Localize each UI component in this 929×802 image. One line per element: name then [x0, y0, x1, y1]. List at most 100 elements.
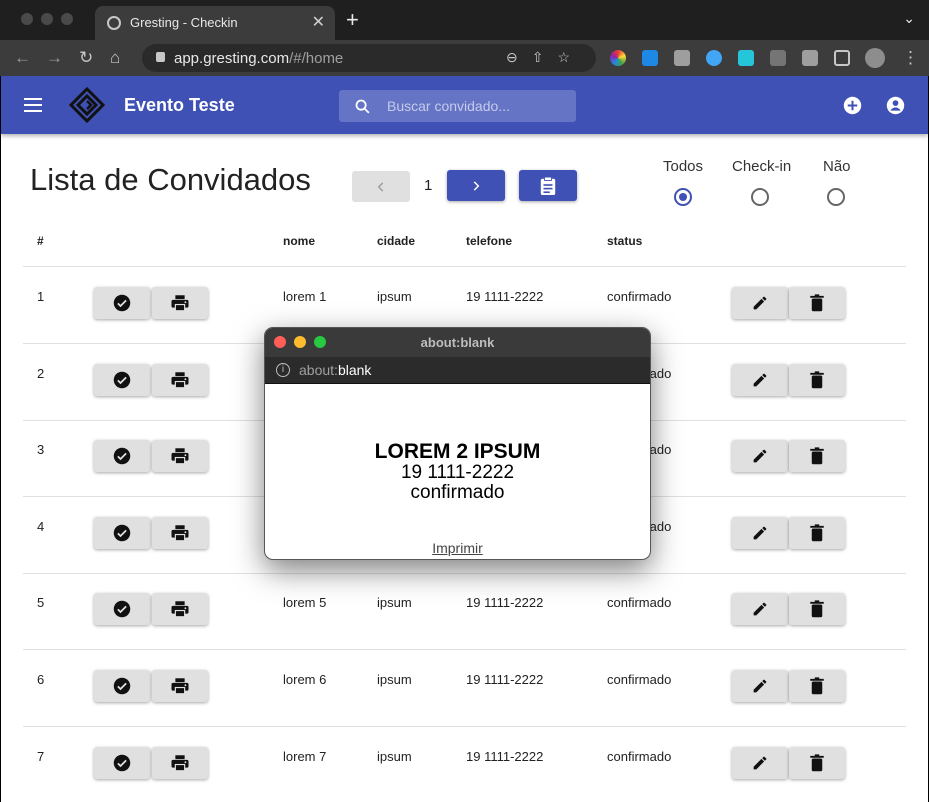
print-icon	[171, 295, 189, 312]
column-header-status[interactable]: status	[607, 234, 642, 248]
new-tab-icon[interactable]: +	[346, 7, 359, 33]
check-circle-icon	[113, 447, 131, 465]
add-circle-icon[interactable]	[843, 96, 862, 115]
profile-avatar[interactable]	[865, 48, 885, 68]
back-icon[interactable]: ←	[14, 48, 31, 68]
row-status: confirmado	[607, 672, 672, 687]
print-button[interactable]	[152, 670, 208, 702]
home-icon[interactable]: ⌂	[110, 48, 120, 68]
reload-icon[interactable]: ↻	[79, 48, 93, 68]
checkin-button[interactable]	[94, 593, 150, 626]
delete-button[interactable]	[789, 746, 845, 779]
edit-button[interactable]	[732, 363, 788, 396]
popup-address-bar: i about:blank	[265, 357, 650, 384]
filter-radio-checkin[interactable]	[751, 188, 769, 206]
delete-button[interactable]	[789, 593, 845, 626]
extension-icon[interactable]	[738, 50, 754, 66]
popup-titlebar: about:blank	[265, 328, 650, 357]
edit-icon	[753, 756, 767, 769]
menu-icon[interactable]	[24, 98, 42, 112]
window-zoom-dot[interactable]	[61, 13, 73, 25]
zoom-icon[interactable]: ⊖	[506, 49, 532, 65]
print-button[interactable]	[152, 363, 208, 396]
print-button[interactable]	[152, 746, 208, 779]
delete-button[interactable]	[789, 287, 845, 319]
column-header-telefone[interactable]: telefone	[466, 234, 512, 248]
chevron-down-icon[interactable]: ⌄	[903, 10, 915, 27]
delete-button[interactable]	[789, 440, 845, 473]
edit-button[interactable]	[732, 746, 788, 779]
star-icon[interactable]: ☆	[557, 49, 584, 65]
checkin-button[interactable]	[94, 287, 150, 319]
edit-button[interactable]	[732, 287, 788, 319]
globe-icon	[107, 16, 121, 30]
color-extension-icon[interactable]	[610, 50, 626, 66]
popup-content: LOREM 2 IPSUM 19 1111-2222 confirmado Im…	[265, 384, 650, 559]
check-circle-icon	[113, 601, 131, 618]
delete-icon	[810, 600, 824, 618]
row-index: 2	[37, 365, 45, 381]
print-button[interactable]	[152, 440, 208, 473]
row-nome: lorem 5	[283, 595, 327, 611]
checkin-button[interactable]	[94, 746, 150, 779]
check-circle-icon	[113, 524, 131, 542]
sidepanel-icon[interactable]	[834, 50, 850, 66]
address-bar[interactable]: app.gresting.com/#/home ⊖⇧☆	[142, 44, 596, 72]
checkin-button[interactable]	[94, 516, 150, 549]
extension-icon[interactable]	[642, 50, 658, 66]
check-circle-icon	[113, 754, 131, 771]
window-minimize-dot[interactable]	[41, 13, 53, 25]
delete-button[interactable]	[789, 516, 845, 549]
search-box[interactable]	[339, 90, 576, 122]
edit-icon	[753, 526, 767, 540]
extension-icon[interactable]	[706, 50, 722, 66]
previous-page-button[interactable]	[352, 171, 410, 202]
chevron-right-icon	[473, 180, 480, 191]
checkin-button[interactable]	[94, 440, 150, 473]
forward-icon[interactable]: →	[46, 48, 63, 68]
checkin-button[interactable]	[94, 363, 150, 396]
row-telefone: 19 1111-2222	[466, 595, 544, 611]
row-cidade: ipsum	[377, 748, 412, 764]
filter-radio-nao[interactable]	[827, 188, 845, 206]
row-cidade: ipsum	[377, 289, 412, 304]
share-icon[interactable]: ⇧	[532, 49, 558, 65]
delete-icon	[810, 370, 824, 388]
account-circle-icon[interactable]	[886, 96, 905, 115]
delete-icon	[810, 294, 824, 312]
browser-tab[interactable]: Gresting - Checkin ✕	[95, 6, 335, 40]
row-status: confirmado	[607, 595, 672, 611]
print-button[interactable]	[152, 287, 208, 319]
edit-button[interactable]	[732, 670, 788, 702]
filter-radio-todos[interactable]	[674, 188, 692, 206]
extension-icon[interactable]	[770, 50, 786, 66]
print-link[interactable]: Imprimir	[265, 540, 650, 556]
print-icon	[171, 754, 189, 771]
edit-button[interactable]	[732, 440, 788, 473]
clipboard-button[interactable]	[519, 170, 577, 201]
search-input[interactable]	[387, 96, 567, 116]
check-circle-icon	[113, 294, 131, 312]
column-header-nome[interactable]: nome	[283, 234, 315, 248]
chevron-left-icon	[377, 181, 384, 192]
delete-icon	[810, 677, 824, 695]
print-button[interactable]	[152, 516, 208, 549]
print-icon	[171, 525, 189, 542]
popup-url: about:blank	[299, 362, 372, 378]
edit-button[interactable]	[732, 516, 788, 549]
edit-icon	[753, 449, 767, 463]
delete-button[interactable]	[789, 363, 845, 396]
tab-close-icon[interactable]: ✕	[312, 12, 325, 32]
column-header-cidade[interactable]: cidade	[377, 234, 415, 248]
checkin-button[interactable]	[94, 670, 150, 702]
row-status: confirmado	[607, 289, 672, 304]
print-button[interactable]	[152, 593, 208, 626]
delete-button[interactable]	[789, 670, 845, 702]
extension-icon[interactable]	[674, 50, 690, 66]
more-vert-icon[interactable]: ⋮	[902, 48, 919, 68]
window-close-dot[interactable]	[21, 13, 33, 25]
next-page-button[interactable]	[447, 170, 505, 201]
info-icon[interactable]: i	[276, 363, 290, 377]
edit-button[interactable]	[732, 593, 788, 626]
puzzle-icon[interactable]	[802, 50, 818, 66]
